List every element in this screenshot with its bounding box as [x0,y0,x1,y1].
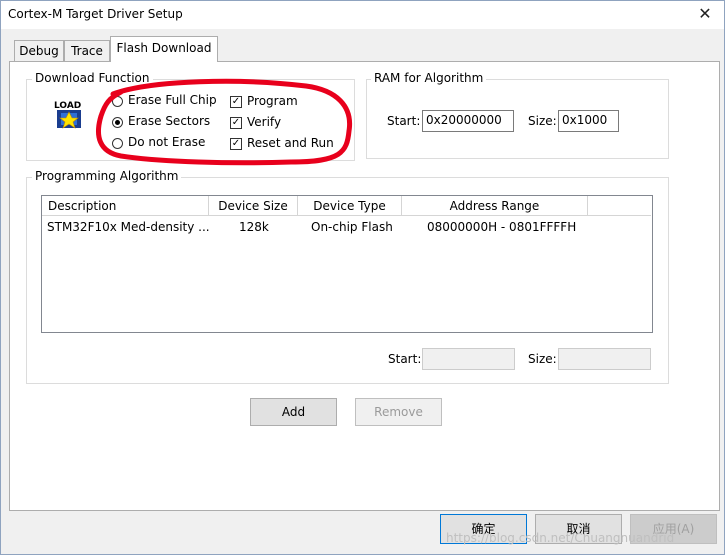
ram-size-input[interactable]: 0x1000 [558,110,619,132]
row-device-size: 128k [239,220,269,234]
watermark-text: https://blog.csdn.net/Chuangnuandrid [446,531,675,545]
add-button[interactable]: Add [250,398,337,426]
column-header-address-range[interactable]: Address Range [402,196,588,216]
algo-start-input [422,348,515,370]
algorithm-list[interactable]: Description Device Size Device Type Addr… [41,195,653,333]
row-description: STM32F10x Med-density ... [47,220,210,234]
row-device-type: On-chip Flash [311,220,393,234]
load-icon-text: LOAD [54,101,81,111]
table-row[interactable]: STM32F10x Med-density ... 128k On-chip F… [42,216,650,238]
remove-button[interactable]: Remove [355,398,442,426]
column-header-device-size[interactable]: Device Size [209,196,298,216]
tab-trace[interactable]: Trace [64,40,110,61]
tab-debug-label: Debug [19,44,59,58]
algo-start-label: Start: [388,352,422,366]
red-annotation-circle [96,78,353,166]
dialog-window: Cortex-M Target Driver Setup ✕ Debug Tra… [0,0,725,555]
column-header-empty [588,196,651,216]
ram-legend: RAM for Algorithm [371,71,487,85]
algo-size-input [558,348,651,370]
load-icon: LOAD [53,98,85,130]
ram-start-label: Start: [387,114,421,128]
column-header-device-type[interactable]: Device Type [298,196,402,216]
column-header-description[interactable]: Description [42,196,209,216]
algo-size-label: Size: [528,352,557,366]
close-icon[interactable]: ✕ [689,3,721,25]
row-address-range: 08000000H - 0801FFFFH [427,220,577,234]
programming-algorithm-legend: Programming Algorithm [32,169,182,183]
ram-start-input[interactable]: 0x20000000 [422,110,514,132]
tab-flash-download[interactable]: Flash Download [110,36,218,62]
ram-size-label: Size: [528,114,557,128]
tab-trace-label: Trace [71,44,103,58]
title-bar[interactable]: Cortex-M Target Driver Setup ✕ [1,1,724,29]
tab-flash-download-label: Flash Download [116,41,212,55]
tab-debug[interactable]: Debug [14,40,64,61]
window-title: Cortex-M Target Driver Setup [8,7,183,21]
